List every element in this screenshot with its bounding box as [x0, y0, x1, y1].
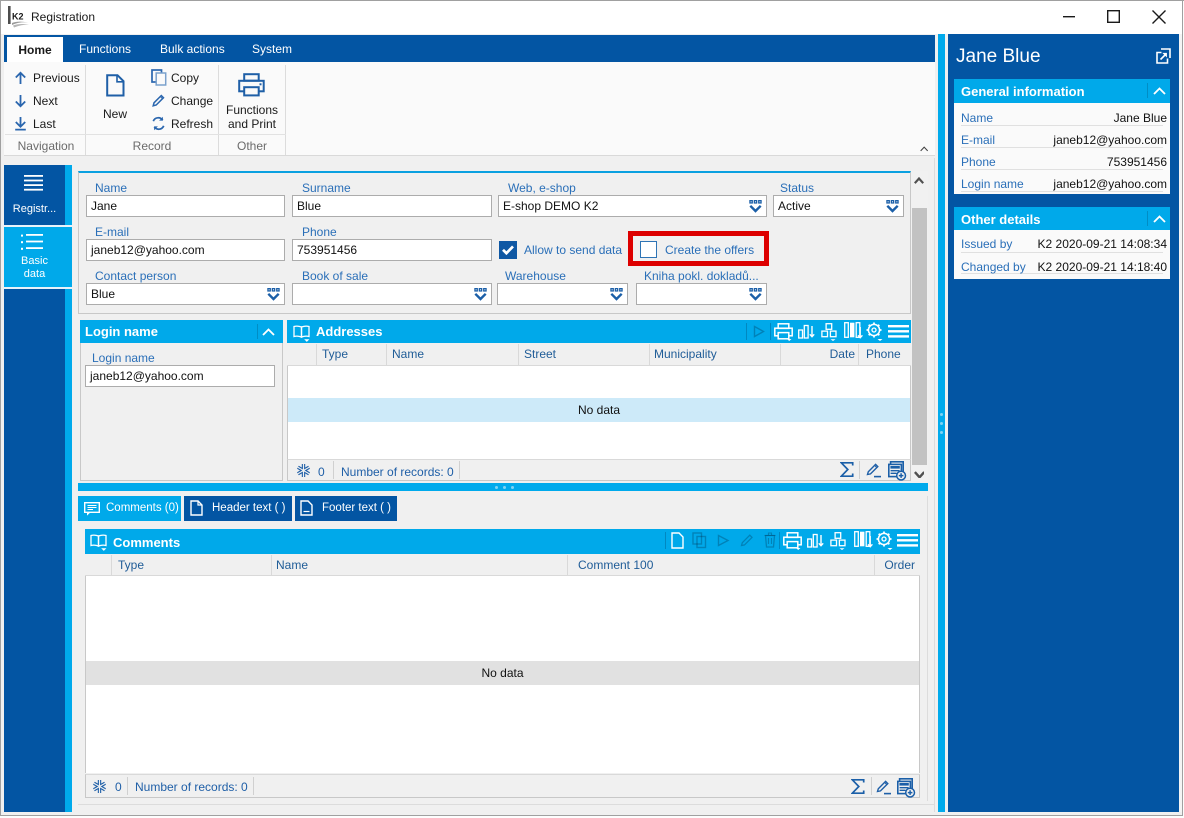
svg-text:K2: K2	[12, 12, 24, 22]
